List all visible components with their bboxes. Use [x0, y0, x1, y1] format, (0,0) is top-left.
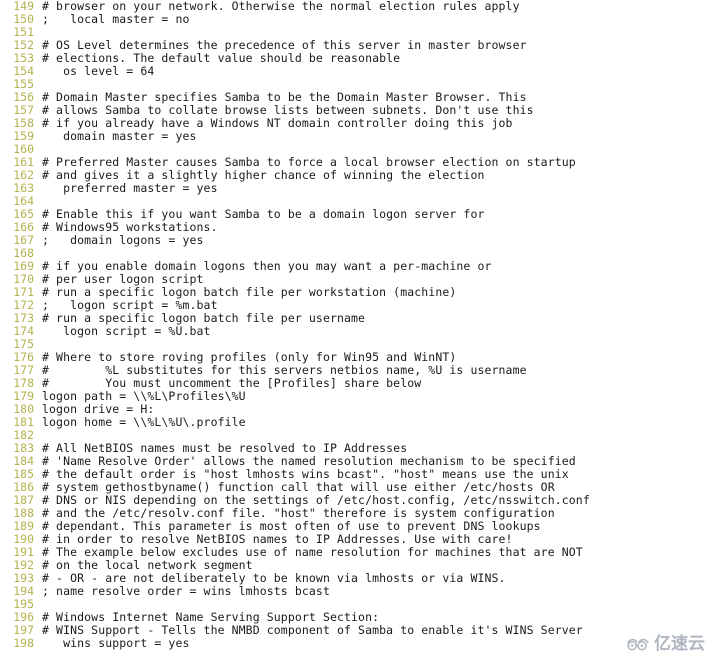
code-line[interactable]: 181 logon home = \\%L\%U\.profile: [0, 416, 717, 429]
line-content[interactable]: ; domain logons = yes: [34, 234, 204, 247]
watermark: 亿速云: [625, 636, 705, 653]
line-content[interactable]: ; name resolve order = wins lmhosts bcas…: [34, 585, 330, 598]
code-line[interactable]: 150; local master = no: [0, 13, 717, 26]
code-line[interactable]: 159 domain master = yes: [0, 130, 717, 143]
code-line[interactable]: 194; name resolve order = wins lmhosts b…: [0, 585, 717, 598]
line-content[interactable]: ; local master = no: [34, 13, 190, 26]
code-line[interactable]: 167; domain logons = yes: [0, 234, 717, 247]
line-content[interactable]: wins support = yes: [34, 637, 190, 650]
code-line[interactable]: 174 logon script = %U.bat: [0, 325, 717, 338]
line-content[interactable]: logon home = \\%L\%U\.profile: [34, 416, 246, 429]
code-line-list: 149 # browser on your network. Otherwise …: [0, 0, 717, 650]
line-content[interactable]: os level = 64: [34, 65, 154, 78]
code-line[interactable]: 198 wins support = yes: [0, 637, 717, 650]
code-line[interactable]: 154 os level = 64: [0, 65, 717, 78]
cloud-logo-icon: [627, 638, 649, 650]
line-content[interactable]: domain master = yes: [34, 130, 197, 143]
code-line[interactable]: 163 preferred master = yes: [0, 182, 717, 195]
line-content[interactable]: logon script = %U.bat: [34, 325, 211, 338]
code-editor-pane[interactable]: 149 # browser on your network. Otherwise …: [0, 0, 717, 661]
line-number: 198: [13, 636, 34, 650]
watermark-text: 亿速云: [654, 634, 705, 654]
line-content[interactable]: preferred master = yes: [34, 182, 218, 195]
